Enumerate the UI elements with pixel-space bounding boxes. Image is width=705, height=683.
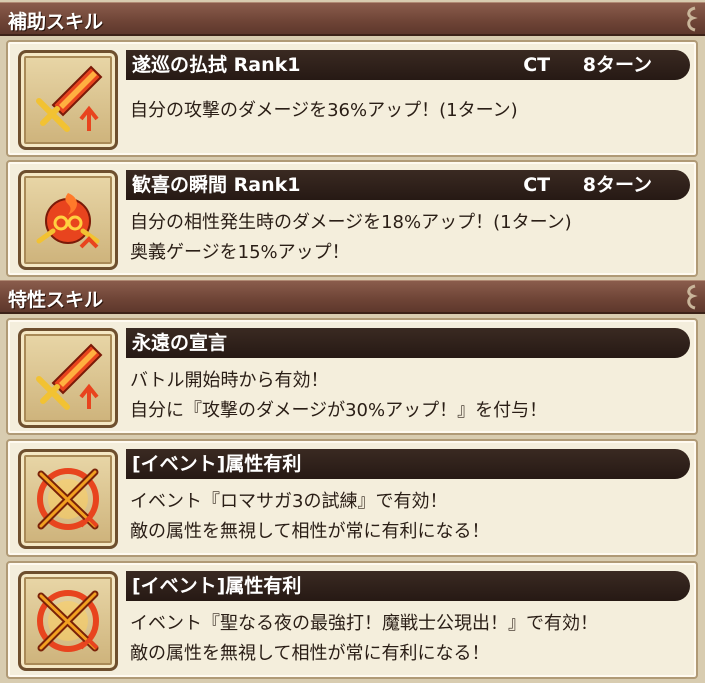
description-line: バトル開始時から有効！ <box>130 370 329 391</box>
skill-card[interactable]: [イベント]属性有利 イベント『聖なる夜の最強打！魔戦士公現出！』で有効！ 敵の… <box>6 561 698 679</box>
description-line: 奥義ゲージを15%アップ！ <box>130 242 350 263</box>
description-line: 自分に『攻撃のダメージが30%アップ！』を付与！ <box>130 400 548 421</box>
sword-up-icon <box>36 343 103 410</box>
skill-name: [イベント]属性有利 <box>132 453 302 475</box>
skill-name: [イベント]属性有利 <box>132 575 302 597</box>
skill-icon-frame <box>18 449 118 549</box>
skill-cooldown: CT 8ターン <box>523 174 652 196</box>
section-title: 補助スキル <box>8 11 104 33</box>
sword-up-icon <box>36 65 103 132</box>
section-header-trait: 特性スキル <box>0 280 705 314</box>
skill-card[interactable]: 永遠の宣言 バトル開始時から有効！ 自分に『攻撃のダメージが30%アップ！』を付… <box>6 318 698 435</box>
skill-name: 永遠の宣言 <box>132 332 228 354</box>
description-line: 自分の攻撃のダメージを36%アップ！(1ターン) <box>130 100 518 121</box>
skill-name: 遂巡の払拭 Rank1 <box>132 54 301 76</box>
skill-card[interactable]: [イベント]属性有利 イベント『ロマサガ3の試練』で有効！ 敵の属性を無視して相… <box>6 439 698 557</box>
flame-crest-icon <box>36 193 100 249</box>
skill-icon-frame <box>18 170 118 270</box>
skill-name-bar: 遂巡の払拭 Rank1 CT 8ターン <box>126 50 690 80</box>
skill-description: 自分の相性発生時のダメージを18%アップ！(1ターン) 奥義ゲージを15%アップ… <box>130 208 688 268</box>
skill-card[interactable]: 歓喜の瞬間 Rank1 CT 8ターン 自分の相性発生時のダメージを18%アップ… <box>6 160 698 277</box>
skill-name-bar: 永遠の宣言 <box>126 328 690 358</box>
skill-description: イベント『ロマサガ3の試練』で有効！ 敵の属性を無視して相性が常に有利になる！ <box>130 487 688 547</box>
skill-description: バトル開始時から有効！ 自分に『攻撃のダメージが30%アップ！』を付与！ <box>130 366 688 426</box>
attribute-advantage-icon <box>37 590 99 652</box>
skill-name-bar: [イベント]属性有利 <box>126 449 690 479</box>
skill-name: 歓喜の瞬間 Rank1 <box>132 174 301 196</box>
skill-icon-frame <box>18 50 118 150</box>
scroll-ornament-icon <box>687 284 698 310</box>
skill-card[interactable]: 遂巡の払拭 Rank1 CT 8ターン 自分の攻撃のダメージを36%アップ！(1… <box>6 40 698 157</box>
scroll-ornament-icon <box>687 6 698 32</box>
skill-icon-frame <box>18 571 118 671</box>
description-line: 自分の相性発生時のダメージを18%アップ！(1ターン) <box>130 212 572 233</box>
section-title: 特性スキル <box>8 289 104 311</box>
description-line: 敵の属性を無視して相性が常に有利になる！ <box>130 643 490 664</box>
skill-name-bar: [イベント]属性有利 <box>126 571 690 601</box>
skill-description: イベント『聖なる夜の最強打！魔戦士公現出！』で有効！ 敵の属性を無視して相性が常… <box>130 609 688 669</box>
skill-icon-frame <box>18 328 118 428</box>
description-line: イベント『聖なる夜の最強打！魔戦士公現出！』で有効！ <box>130 613 598 634</box>
skill-description: 自分の攻撃のダメージを36%アップ！(1ターン) <box>130 96 688 126</box>
attribute-advantage-icon <box>37 468 99 530</box>
section-header-support: 補助スキル <box>0 2 705 36</box>
skill-cooldown: CT 8ターン <box>523 54 652 76</box>
description-line: イベント『ロマサガ3の試練』で有効！ <box>130 491 448 512</box>
skill-name-bar: 歓喜の瞬間 Rank1 CT 8ターン <box>126 170 690 200</box>
description-line: 敵の属性を無視して相性が常に有利になる！ <box>130 521 490 542</box>
